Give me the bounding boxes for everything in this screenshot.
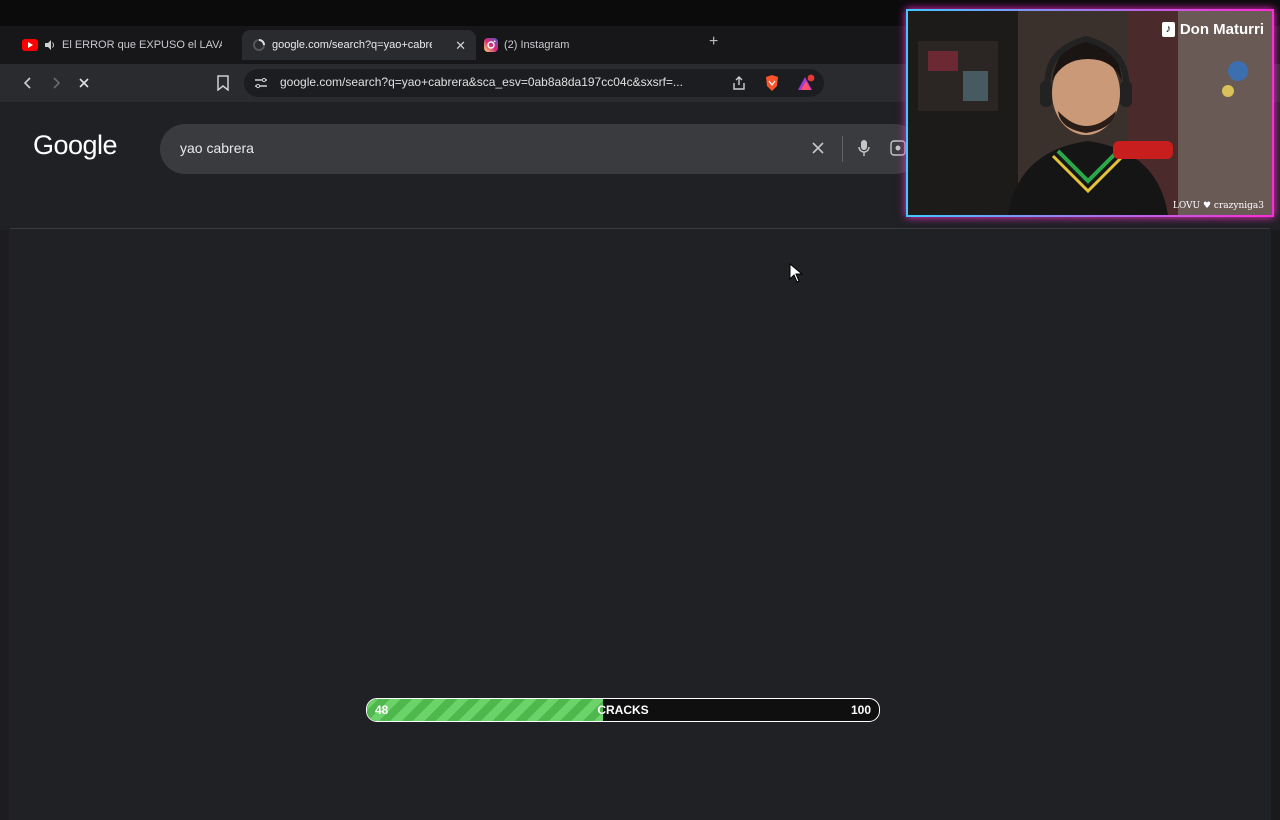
microphone-icon[interactable] — [858, 139, 870, 162]
forward-button[interactable] — [45, 72, 67, 94]
brave-rewards-icon[interactable] — [796, 74, 816, 97]
back-arrow-icon — [23, 77, 31, 89]
loading-spinner-icon — [252, 38, 266, 52]
cracks-max: 100 — [850, 703, 871, 717]
results-divider — [10, 228, 1270, 229]
tab-youtube[interactable]: El ERROR que EXPUSO el LAVADO — [14, 30, 240, 60]
search-divider — [842, 136, 843, 162]
camera-search-icon[interactable] — [890, 140, 906, 161]
close-icon — [79, 78, 89, 88]
webcam-overlay: ♪ Don Maturri LOVU ♥ crazyniga3 — [906, 9, 1274, 217]
address-bar[interactable]: google.com/search?q=yao+cabrera&sca_esv=… — [244, 69, 824, 97]
cracks-label: CRACKS — [597, 703, 649, 717]
brave-shield-icon[interactable] — [764, 74, 780, 97]
vertical-scrollbar[interactable] — [1271, 230, 1280, 820]
instagram-icon — [484, 38, 498, 52]
tab-title: El ERROR que EXPUSO el LAVADO — [62, 39, 222, 51]
left-scrollbar — [0, 230, 9, 820]
stop-loading-button[interactable] — [73, 72, 95, 94]
back-button[interactable] — [17, 72, 39, 94]
bookmark-icon — [217, 75, 229, 91]
search-box[interactable]: yao cabrera — [160, 124, 920, 174]
tiktok-icon: ♪ — [1161, 22, 1175, 37]
overlay-caption: LOVU ♥ crazyniga3 — [1172, 201, 1264, 211]
tab-instagram[interactable]: (2) Instagram — [478, 30, 684, 60]
tab-title: (2) Instagram — [504, 39, 570, 51]
tab-google-search[interactable]: google.com/search?q=yao+cabrera ✕ — [242, 30, 476, 60]
url-text: google.com/search?q=yao+cabrera&sca_esv=… — [280, 75, 683, 89]
bookmark-button[interactable] — [212, 72, 234, 94]
new-tab-icon[interactable]: + — [709, 33, 718, 51]
streamer-tag: ♪ Don Maturri — [1161, 21, 1264, 38]
close-icon[interactable]: ✕ — [455, 38, 466, 54]
site-settings-icon[interactable] — [254, 76, 268, 95]
streamer-name: Don Maturri — [1179, 21, 1264, 38]
streamer-webcam-image — [908, 11, 1272, 215]
google-logo[interactable]: Google — [33, 130, 118, 161]
youtube-icon — [22, 39, 38, 51]
cracks-goal-bar: 48 CRACKS 100 — [366, 698, 880, 722]
mouse-cursor-icon — [789, 263, 803, 283]
tab-title: google.com/search?q=yao+cabrera — [272, 39, 432, 51]
forward-arrow-icon — [53, 77, 61, 89]
share-icon[interactable] — [731, 75, 747, 96]
search-input[interactable]: yao cabrera — [180, 140, 254, 156]
speaker-icon[interactable] — [44, 39, 56, 51]
clear-search-icon[interactable] — [810, 140, 826, 161]
